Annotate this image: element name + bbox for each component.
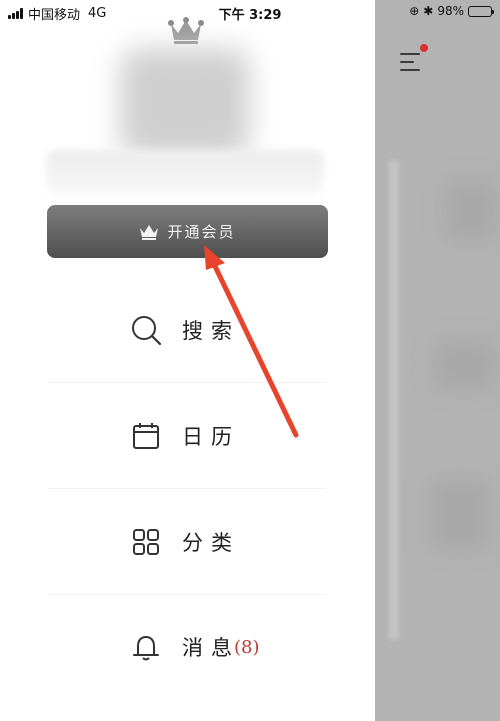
background-blur [445, 180, 495, 240]
network-type: 4G [88, 6, 107, 21]
category-grid-icon [128, 524, 164, 560]
vip-membership-button[interactable]: 开通会员 [47, 205, 328, 258]
menu-item-calendar[interactable]: 日历 [128, 416, 328, 456]
message-count-badge: (8) [234, 636, 260, 658]
menu-item-label: 消息 [182, 636, 240, 660]
menu-item-messages[interactable]: 消息 (8) [128, 627, 328, 667]
menu-item-label: 搜索 [182, 319, 240, 343]
menu-item-search[interactable]: 搜索 [128, 310, 328, 350]
menu-line [400, 53, 420, 55]
divider [48, 488, 326, 489]
menu-line [400, 61, 414, 63]
background-blur [435, 340, 495, 390]
search-icon [128, 312, 164, 348]
notification-dot [420, 44, 428, 52]
divider [48, 382, 326, 383]
bluetooth-icon: ✱ [423, 4, 434, 18]
menu-line [400, 69, 420, 71]
menu-item-label: 日历 [182, 425, 240, 449]
bell-icon [128, 629, 164, 665]
profile-info-band [46, 150, 324, 194]
signal-icon [8, 8, 24, 19]
avatar[interactable] [120, 48, 250, 158]
menu-item-label: 分类 [182, 531, 240, 555]
status-bar: 中国移动 4G 下午 3:29 ⊕ ✱ 98% [0, 0, 500, 24]
orientation-lock-icon: ⊕ [409, 4, 420, 18]
side-drawer: 开通会员 搜索 日历 分类 消息 (8) [0, 0, 375, 721]
vip-button-label: 开通会员 [167, 223, 236, 241]
menu-item-category[interactable]: 分类 [128, 522, 328, 562]
crown-icon [140, 224, 159, 240]
background-scroll-strip [389, 160, 399, 640]
hamburger-menu-button[interactable] [398, 44, 430, 74]
divider [48, 594, 326, 595]
carrier-name: 中国移动 [28, 8, 81, 23]
background-blur [430, 480, 490, 550]
battery-icon [468, 5, 494, 17]
background-content-dimmed[interactable] [375, 0, 500, 721]
battery-percent: 98% [437, 4, 464, 18]
calendar-icon [128, 418, 164, 454]
